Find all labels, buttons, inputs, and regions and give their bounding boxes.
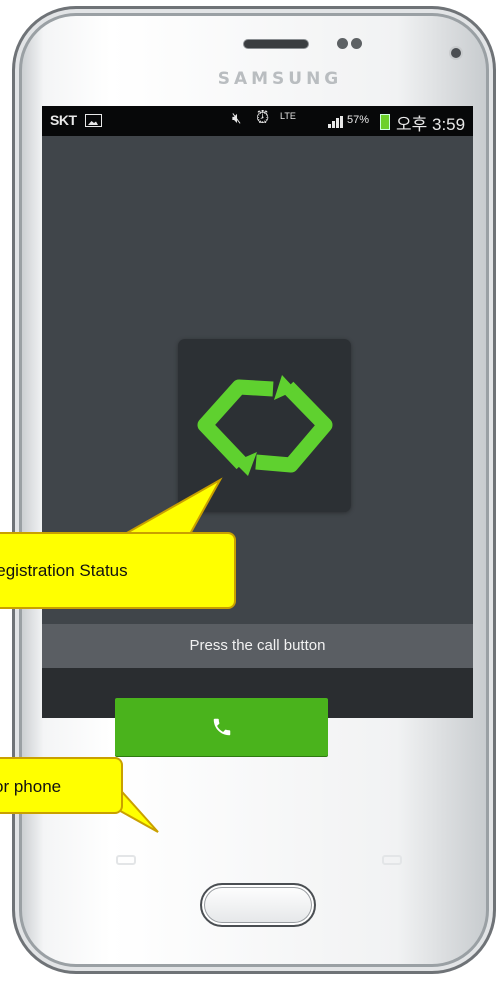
phone-callout-text: or phone [0, 777, 62, 796]
registration-status-callout: Registration Status [0, 532, 236, 609]
phone-callout: or phone [0, 757, 123, 814]
registration-status-callout-text: Registration Status [0, 561, 128, 580]
registration-callout-pointer [121, 477, 223, 535]
callout-pointers [114, 477, 223, 833]
